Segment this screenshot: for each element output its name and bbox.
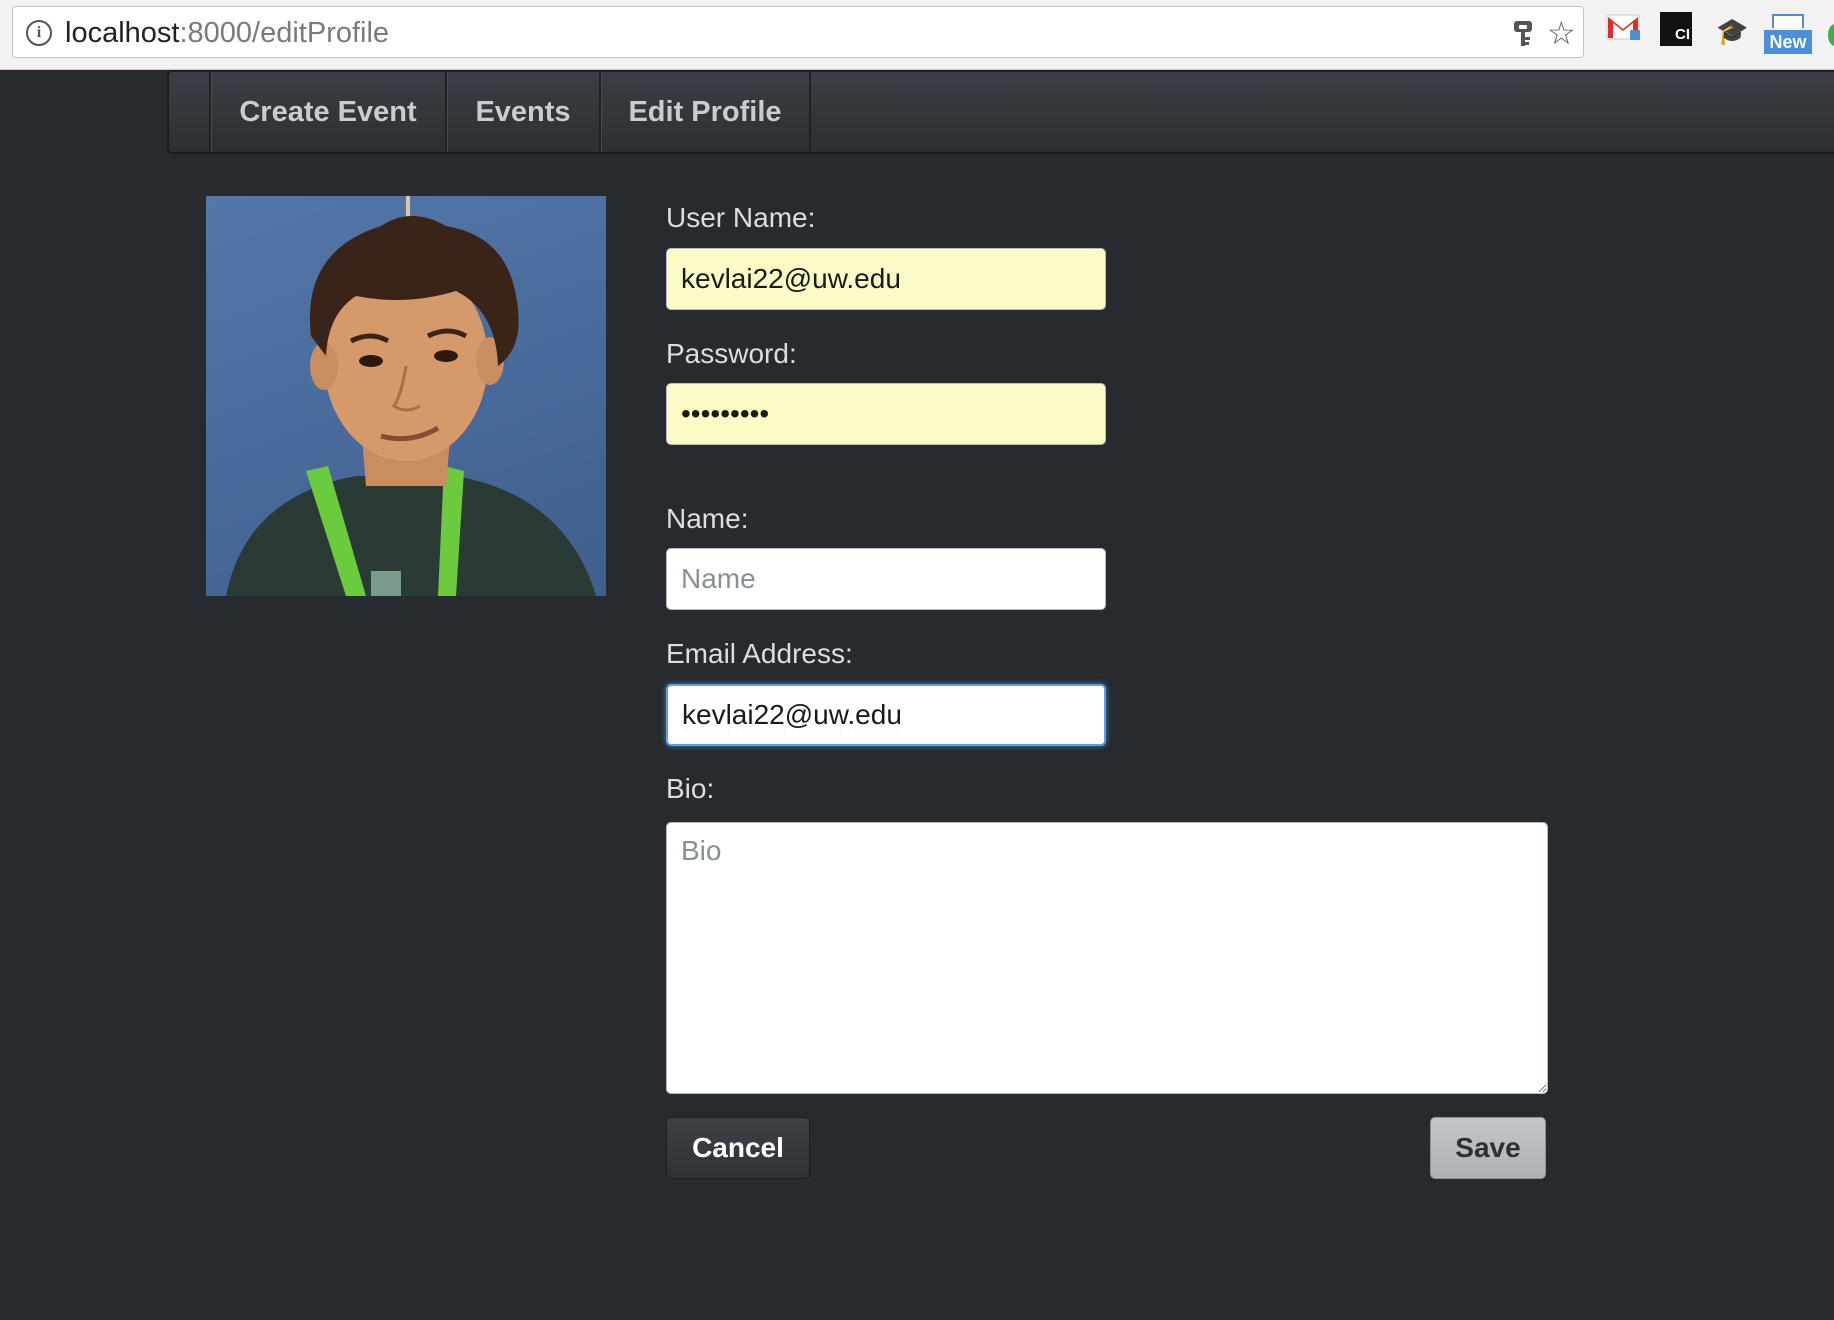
bio-label: Bio: [666, 773, 715, 804]
profile-photo [206, 196, 606, 596]
bookmark-star-icon[interactable]: ☆ [1547, 16, 1576, 50]
key-icon[interactable] [1511, 20, 1535, 48]
info-icon[interactable]: i [26, 20, 52, 46]
window-icon [1772, 14, 1804, 28]
password-input[interactable] [666, 383, 1106, 445]
ci-extension-icon[interactable]: CI [1660, 12, 1692, 46]
username-input[interactable] [666, 248, 1106, 310]
email-input[interactable] [666, 684, 1106, 746]
gmail-extension-icon[interactable] [1606, 14, 1640, 40]
name-input[interactable] [666, 548, 1106, 610]
save-button[interactable]: Save [1430, 1117, 1546, 1179]
profile-photo-illustration [226, 196, 596, 596]
nav-create-event[interactable]: Create Event [209, 72, 445, 152]
browser-toolbar: i localhost:8000/editProfile ☆ CI 🎓 New [0, 0, 1834, 70]
url-host: localhost [65, 17, 180, 49]
nav-edit-profile[interactable]: Edit Profile [599, 72, 811, 152]
name-label: Name: [666, 503, 749, 534]
email-label: Email Address: [666, 638, 853, 669]
new-badge: New [1764, 30, 1812, 54]
nav-menu: Create Event Events Edit Profile [209, 72, 811, 152]
address-bar[interactable]: i localhost:8000/editProfile ☆ [12, 6, 1584, 58]
cancel-button[interactable]: Cancel [666, 1117, 810, 1179]
password-label: Password: [666, 338, 797, 369]
url-path: :8000/editProfile [179, 17, 390, 49]
url-text[interactable]: localhost:8000/editProfile [65, 17, 389, 49]
new-extension-icon[interactable]: New [1764, 14, 1812, 56]
nav-events[interactable]: Events [445, 72, 599, 152]
username-label: User Name: [666, 202, 816, 233]
bio-textarea[interactable] [666, 822, 1548, 1094]
graduation-cap-icon[interactable]: 🎓 [1716, 18, 1748, 44]
navbar: Create Event Events Edit Profile [167, 70, 1834, 154]
green-extension-icon[interactable] [1828, 24, 1834, 46]
